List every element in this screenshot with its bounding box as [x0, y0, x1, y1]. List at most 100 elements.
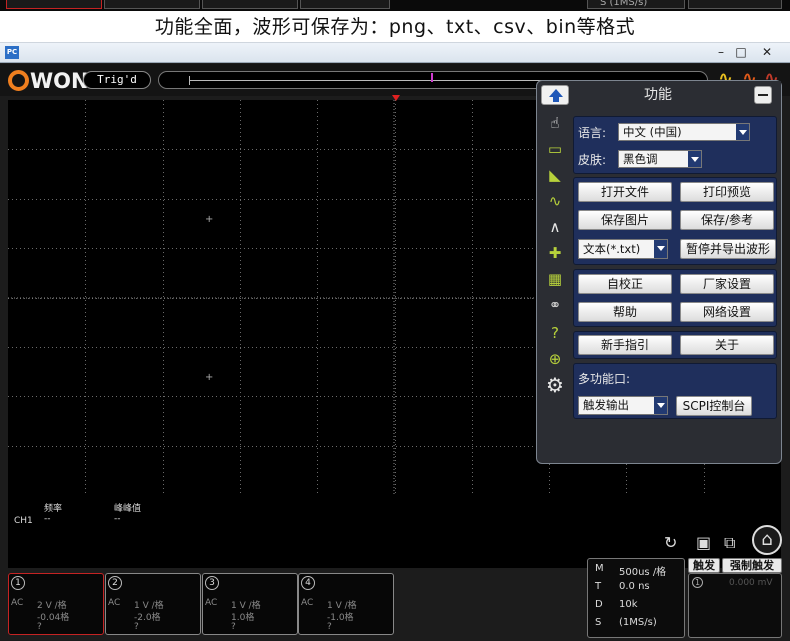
title-bar: PC – □ ✕: [0, 43, 790, 63]
previous-frame-strip: S (1MS/s): [0, 0, 790, 11]
freq-value: --: [44, 514, 51, 524]
timebase-row-d: D 10k: [595, 599, 638, 610]
channel-4-box[interactable]: 4 AC 1 V /格 -1.0格 ?: [298, 573, 394, 635]
save-ref-button[interactable]: 保存/参考: [680, 210, 774, 230]
channel-number: 4: [301, 576, 315, 590]
trigger-level: 0.000 mV: [729, 578, 773, 588]
chevron-down-icon: [736, 124, 749, 140]
zoom-icon[interactable]: ⊕: [542, 347, 568, 371]
panel-collapse-button[interactable]: [754, 86, 772, 104]
chevron-down-icon: [688, 151, 701, 167]
strip-text: S (1MS/s): [600, 0, 648, 8]
trigger-info-box[interactable]: 1 0.000 mV: [688, 573, 782, 638]
channel-number: 2: [108, 576, 122, 590]
trigger-status-badge: Trig'd: [83, 71, 151, 89]
channel-icon[interactable]: ▭: [542, 137, 568, 161]
help-icon[interactable]: ?: [542, 321, 568, 345]
owon-logo: WON: [8, 69, 89, 93]
cursor-icon[interactable]: ✚: [542, 241, 568, 265]
svg-text:+: +: [205, 214, 213, 225]
channel-1-box[interactable]: 1 AC 2 V /格 -0.04格 ?: [8, 573, 104, 635]
save-image-button[interactable]: 保存图片: [578, 210, 672, 230]
language-select[interactable]: 中文 (中国): [618, 123, 750, 141]
channel-number: 1: [11, 576, 25, 590]
timebar-start-cap: [189, 76, 190, 85]
sample-rate-value: (1MS/s): [619, 617, 657, 628]
settings-gear-icon[interactable]: ⚙: [542, 373, 568, 397]
touch-icon[interactable]: ☝: [542, 111, 568, 135]
save-disk-icon[interactable]: ▣: [696, 533, 711, 552]
trigger-position-marker[interactable]: [392, 95, 400, 101]
timebase-box[interactable]: M 500us /格 T 0.0 ns D 10k S (1MS/s): [587, 558, 685, 638]
function-panel: 功能 ☝ ▭ ◣ ∿ ∧ ✚ ▦ ⚭ ? ⊕ ⚙ 语言: 中文 (中国) 皮肤:…: [536, 80, 782, 464]
open-file-button[interactable]: 打开文件: [578, 182, 672, 202]
channel-coupling: AC: [108, 598, 121, 608]
caption-title: 功能全面，波形可保存为：png、txt、csv、bin等格式: [154, 16, 636, 38]
channel-3-box[interactable]: 3 AC 1 V /格 1.0格 ?: [202, 573, 298, 635]
measure-channel: CH1: [14, 516, 33, 526]
channel-number: 3: [205, 576, 219, 590]
channel-coupling: AC: [301, 598, 314, 608]
panel-sidebar: ☝ ▭ ◣ ∿ ∧ ✚ ▦ ⚭ ? ⊕ ⚙: [537, 81, 573, 421]
timebar-trigger-mark[interactable]: [431, 73, 433, 82]
trigger-time-value: 0.0 ns: [619, 581, 650, 592]
minimize-button[interactable]: –: [712, 44, 730, 60]
trigger-icon[interactable]: ◣: [542, 163, 568, 187]
guide-group: 新手指引 关于: [573, 331, 777, 359]
print-preview-button[interactable]: 打印预览: [680, 182, 774, 202]
strip-cell: [688, 0, 782, 9]
chevron-down-icon: [654, 240, 667, 258]
close-button[interactable]: ✕: [758, 44, 776, 60]
skin-value: 黑色调: [623, 152, 658, 166]
channel-extra: ?: [37, 622, 42, 632]
channel-extra: ?: [231, 622, 236, 632]
measure-wave-icon[interactable]: ∧: [542, 215, 568, 239]
maximize-button[interactable]: □: [732, 44, 750, 60]
scpi-console-button[interactable]: SCPI控制台: [676, 396, 752, 416]
self-calibration-button[interactable]: 自校正: [578, 274, 672, 294]
display-icon[interactable]: ▦: [542, 267, 568, 291]
svg-text:+: +: [205, 372, 213, 383]
app-window: PC – □ ✕ WON Trig'd ∿ ∿ ∿ + + 功能 ☝ ▭ ◣ ∿…: [0, 42, 790, 641]
trigger-source: 1: [692, 577, 703, 588]
logo-o-icon: [8, 70, 29, 91]
panel-header: 功能: [573, 81, 781, 109]
help-button[interactable]: 帮助: [578, 302, 672, 322]
strip-cell: [6, 0, 102, 9]
factory-setup-button[interactable]: 厂家设置: [680, 274, 774, 294]
chevron-down-icon: [654, 397, 667, 414]
channel-coupling: AC: [11, 598, 24, 608]
row-label: T: [595, 581, 602, 592]
network-setup-button[interactable]: 网络设置: [680, 302, 774, 322]
channel-extra: ?: [134, 622, 139, 632]
multi-port-value: 触发输出: [583, 398, 629, 412]
math-wave-icon[interactable]: ∿: [542, 189, 568, 213]
strip-cell: [202, 0, 298, 9]
timebase-row-t: T 0.0 ns: [595, 581, 650, 592]
file-type-select[interactable]: 文本(*.txt): [578, 239, 668, 259]
timebase-row-s: S (1MS/s): [595, 617, 657, 628]
refresh-icon[interactable]: ↻: [664, 533, 677, 552]
file-ops-group: 打开文件 打印预览 保存图片 保存/参考 文本(*.txt) 暂停并导出波形: [573, 177, 777, 265]
trigger-tab[interactable]: 触发: [688, 558, 720, 573]
beginner-guide-button[interactable]: 新手指引: [578, 335, 672, 355]
multi-port-group: 多功能口: 触发输出 SCPI控制台: [573, 363, 777, 419]
row-label: S: [595, 617, 602, 628]
link-icon[interactable]: ⚭: [542, 293, 568, 317]
multi-port-select[interactable]: 触发输出: [578, 396, 668, 415]
app-icon: PC: [5, 46, 19, 59]
copy-icon[interactable]: ⧉: [724, 533, 735, 553]
language-skin-group: 语言: 中文 (中国) 皮肤: 黑色调: [573, 116, 777, 174]
channel-coupling: AC: [205, 598, 218, 608]
skin-select[interactable]: 黑色调: [618, 150, 702, 168]
home-icon[interactable]: ⌂: [752, 525, 782, 555]
strip-cell: [104, 0, 200, 9]
force-trigger-button[interactable]: 强制触发: [722, 558, 782, 573]
about-button[interactable]: 关于: [680, 335, 774, 355]
channel-2-box[interactable]: 2 AC 1 V /格 -2.0格 ?: [105, 573, 201, 635]
logo-text: WON: [30, 69, 89, 93]
ptp-value: --: [114, 514, 121, 524]
pause-export-button[interactable]: 暂停并导出波形: [680, 239, 776, 259]
strip-cell: [300, 0, 390, 9]
timebase-value: 500us /格: [619, 567, 667, 578]
